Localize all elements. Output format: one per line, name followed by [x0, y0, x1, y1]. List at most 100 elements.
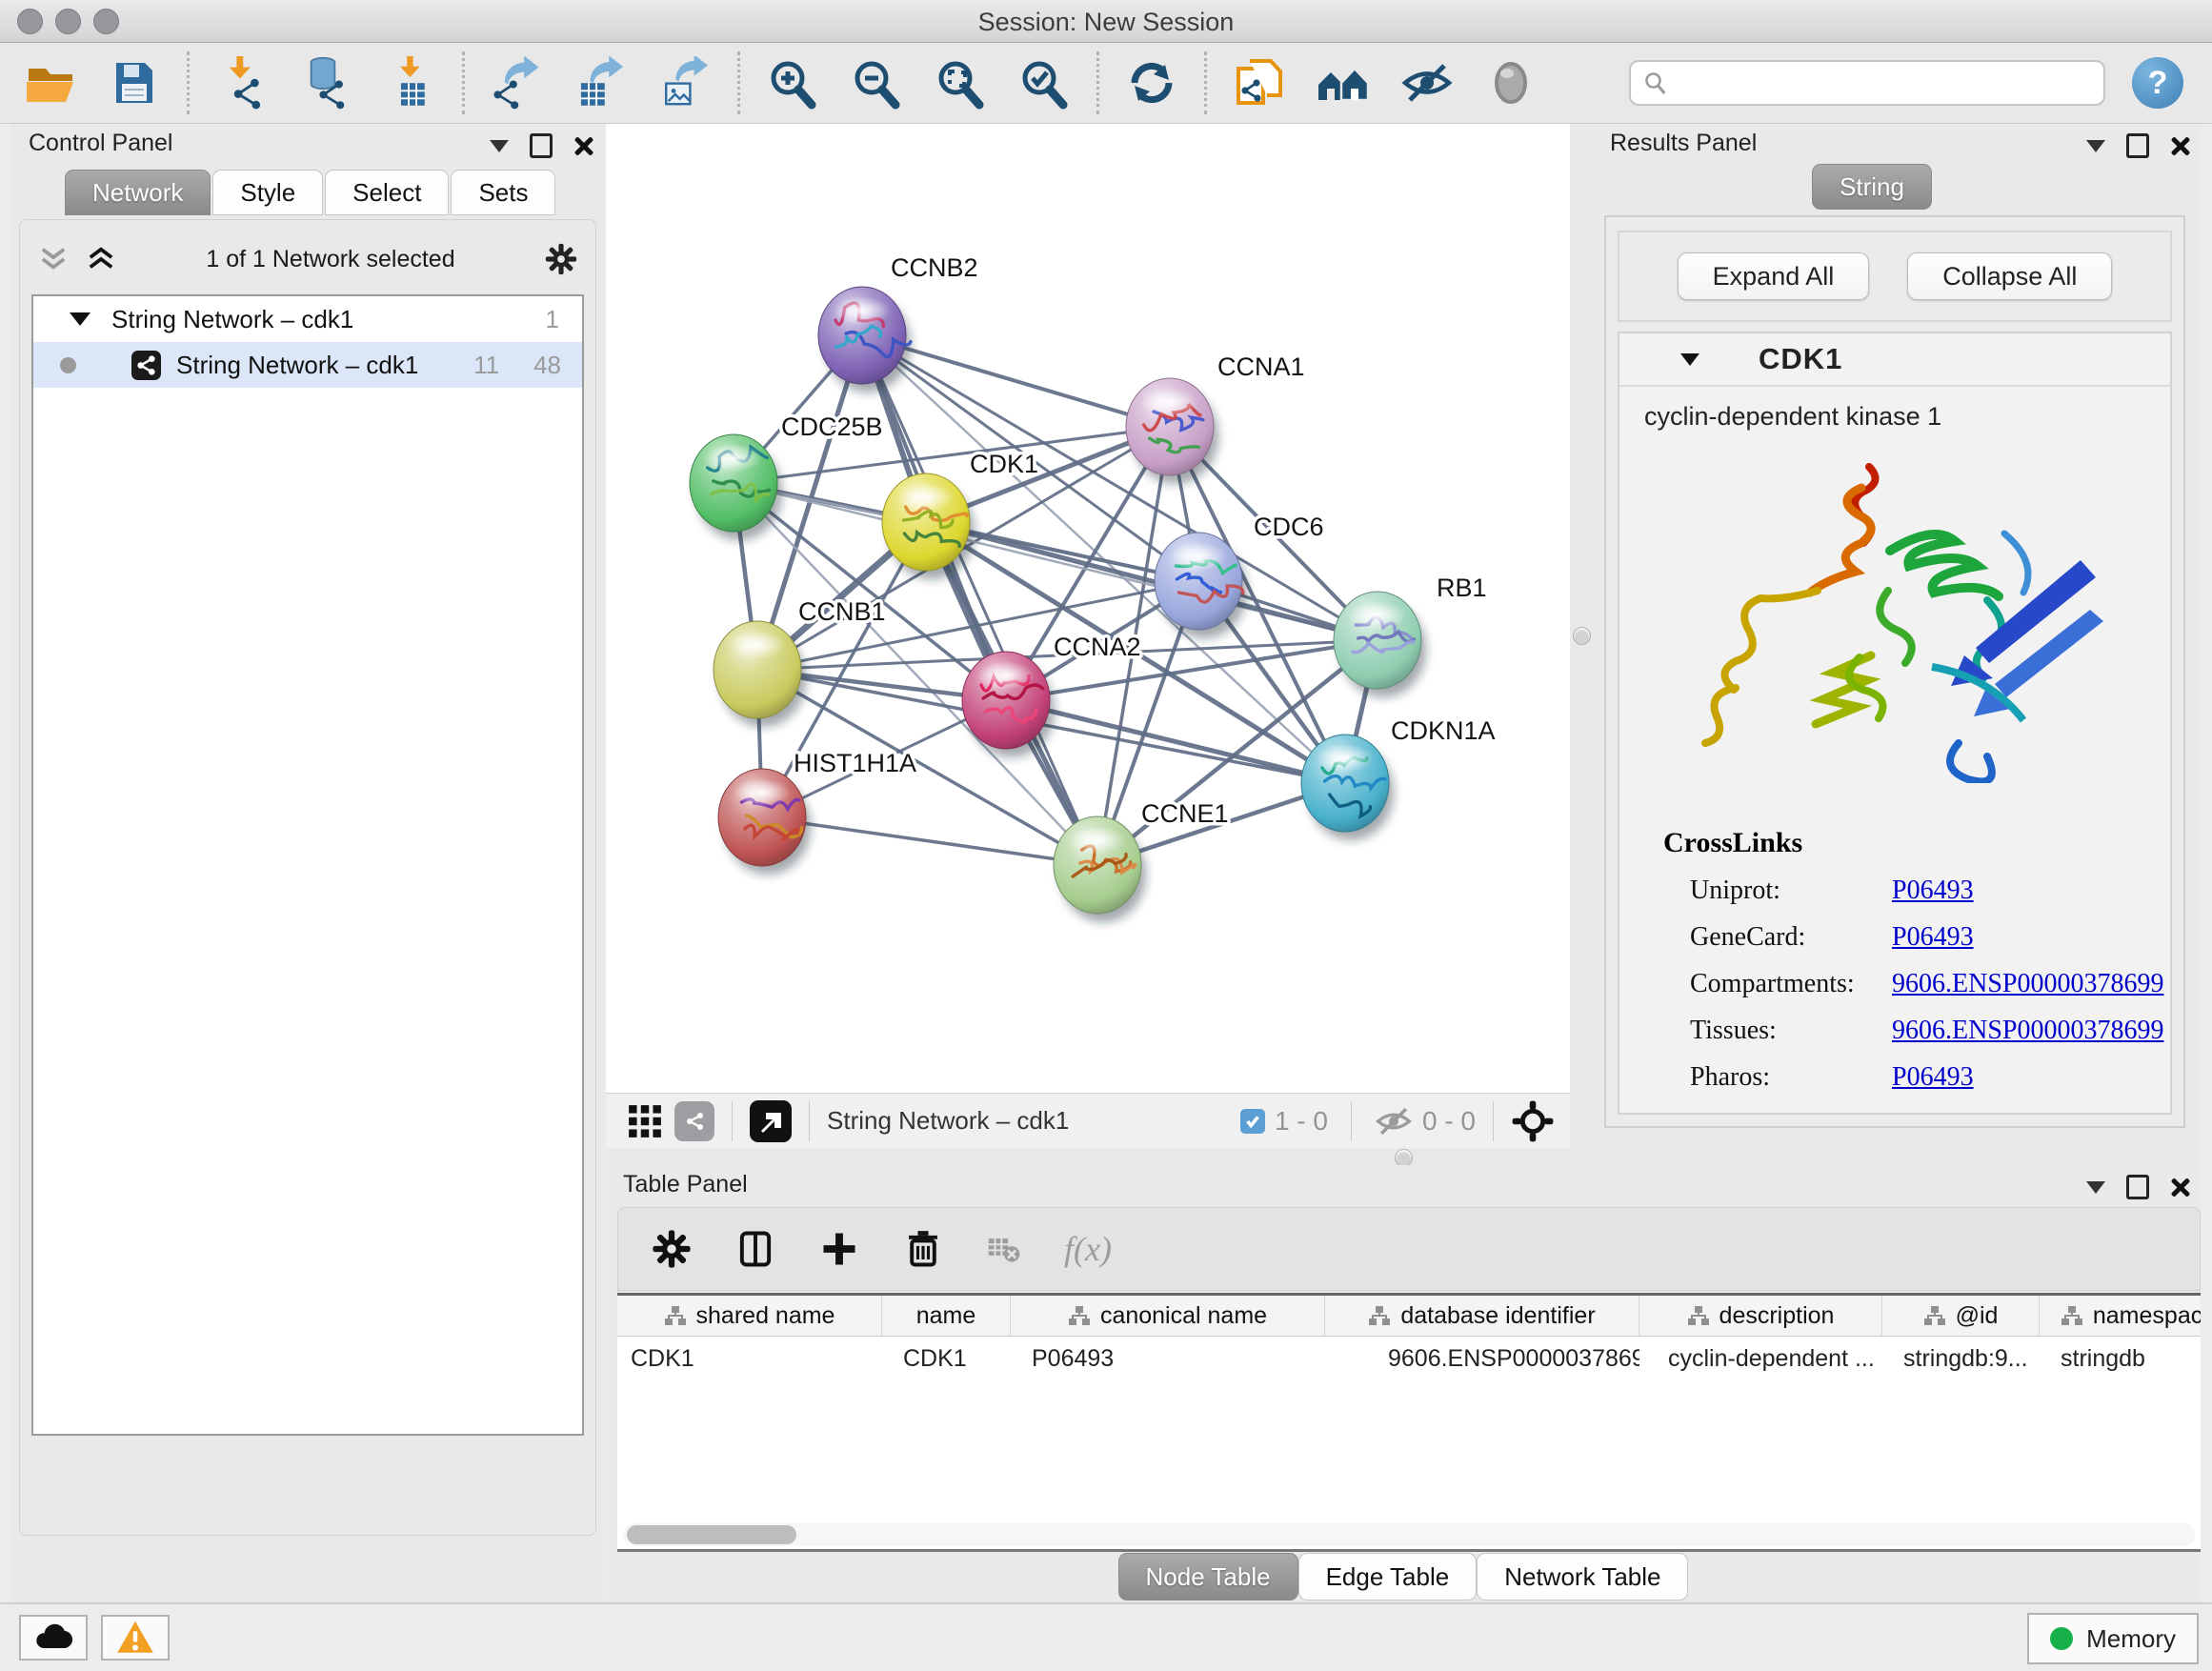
- save-session-button[interactable]: [107, 55, 162, 111]
- open-session-button[interactable]: [23, 55, 78, 111]
- table-settings-gear-button[interactable]: [651, 1228, 693, 1270]
- warnings-button[interactable]: [101, 1615, 170, 1661]
- zoom-selected-button[interactable]: [1016, 55, 1072, 111]
- collection-count: 1: [546, 305, 559, 334]
- grid-view-icon[interactable]: [627, 1103, 663, 1139]
- node-table[interactable]: shared name name canonical name database…: [617, 1293, 2201, 1552]
- expand-tree-button[interactable]: [85, 246, 117, 272]
- search-icon: [1642, 70, 1669, 96]
- column-header[interactable]: name: [882, 1296, 1011, 1336]
- export-table-button[interactable]: [573, 55, 629, 111]
- selected-checkbox-icon[interactable]: [1240, 1109, 1265, 1134]
- table-row[interactable]: CDK1 CDK1 P06493 9606.ENSP00000378699 cy…: [617, 1337, 2201, 1380]
- network-node-label: RB1: [1437, 574, 1487, 602]
- float-panel-icon[interactable]: [2126, 133, 2149, 158]
- horizontal-splitter[interactable]: [606, 1148, 2201, 1165]
- network-row[interactable]: String Network – cdk1 11 48: [33, 342, 582, 388]
- protein-section-header[interactable]: CDK1: [1619, 333, 2170, 387]
- close-panel-icon[interactable]: [573, 135, 594, 156]
- crosslink-link[interactable]: 9606.ENSP00000378699: [1892, 969, 2163, 999]
- tab-network[interactable]: Network: [65, 170, 211, 215]
- show-graphics-button[interactable]: [1483, 55, 1538, 111]
- delete-column-button[interactable]: [902, 1228, 944, 1270]
- tab-select[interactable]: Select: [325, 170, 449, 215]
- memory-button[interactable]: Memory: [2027, 1613, 2199, 1664]
- tab-node-table[interactable]: Node Table: [1118, 1553, 1298, 1601]
- protein-details: CDK1 cyclin-dependent kinase 1: [1618, 332, 2172, 1115]
- horizontal-scrollbar[interactable]: [623, 1523, 2195, 1546]
- vertical-splitter[interactable]: [1570, 124, 1593, 1148]
- network-selection-status: 1 of 1 Network selected: [132, 246, 529, 273]
- column-layout-button[interactable]: [734, 1228, 776, 1270]
- close-panel-icon[interactable]: [2170, 1177, 2191, 1198]
- crosslink-link[interactable]: P06493: [1892, 922, 1974, 953]
- tree-expand-icon[interactable]: [70, 312, 90, 326]
- zoom-in-button[interactable]: [765, 55, 820, 111]
- tab-network-table[interactable]: Network Table: [1477, 1553, 1688, 1601]
- refresh-network-button[interactable]: [1124, 55, 1179, 111]
- collapse-tree-button[interactable]: [37, 246, 70, 272]
- network-options-gear-button[interactable]: [544, 242, 578, 276]
- expand-all-button[interactable]: Expand All: [1678, 252, 1870, 300]
- search-field[interactable]: [1629, 60, 2105, 106]
- clone-network-button[interactable]: [1232, 55, 1287, 111]
- panel-menu-icon[interactable]: [490, 140, 509, 152]
- export-image-icon: [658, 56, 712, 110]
- fit-crosshair-icon[interactable]: [1511, 1099, 1555, 1143]
- collapse-all-button[interactable]: Collapse All: [1907, 252, 2112, 300]
- network-tree: String Network – cdk1 1 String Network –…: [31, 294, 584, 1436]
- help-button[interactable]: ?: [2132, 57, 2183, 109]
- panel-menu-icon[interactable]: [2086, 140, 2105, 152]
- cell-shared-name: CDK1: [617, 1345, 882, 1373]
- import-database-button[interactable]: [298, 55, 353, 111]
- scrollbar-thumb[interactable]: [627, 1525, 796, 1544]
- column-header[interactable]: canonical name: [1011, 1296, 1325, 1336]
- zoom-out-button[interactable]: [849, 55, 904, 111]
- column-header[interactable]: namespace: [2040, 1296, 2201, 1336]
- tab-edge-table[interactable]: Edge Table: [1298, 1553, 1478, 1601]
- apply-function-button[interactable]: f(x): [1064, 1229, 1112, 1269]
- hidden-eye-icon[interactable]: [1375, 1102, 1413, 1140]
- network-collection-row[interactable]: String Network – cdk1 1: [33, 296, 582, 342]
- protein-description: cyclin-dependent kinase 1: [1619, 387, 2170, 432]
- network-canvas[interactable]: CCNB2CCNA1CDC25BCDK1CDC6RB1CCNB1CCNA2CDK…: [606, 124, 1570, 1094]
- birdseye-view-icon[interactable]: [750, 1100, 792, 1142]
- zoom-fit-button[interactable]: [933, 55, 988, 111]
- export-table-icon: [574, 56, 628, 110]
- network-view[interactable]: CCNB2CCNA1CDC25BCDK1CDC6RB1CCNB1CCNA2CDK…: [606, 124, 1570, 1148]
- cell-name: CDK1: [882, 1345, 1011, 1373]
- crosslink-link[interactable]: 9606.ENSP00000378699: [1892, 1016, 2163, 1046]
- column-header[interactable]: database identifier: [1325, 1296, 1639, 1336]
- delete-table-button[interactable]: [986, 1231, 1022, 1267]
- help-label: ?: [2148, 65, 2168, 102]
- close-panel-icon[interactable]: [2170, 135, 2191, 156]
- float-panel-icon[interactable]: [2126, 1175, 2149, 1199]
- first-neighbors-button[interactable]: [1316, 55, 1371, 111]
- import-network-button[interactable]: [214, 55, 270, 111]
- column-header[interactable]: @id: [1882, 1296, 2040, 1336]
- splitter-handle[interactable]: [1573, 627, 1591, 645]
- share-view-icon[interactable]: [674, 1101, 714, 1141]
- import-table-button[interactable]: [382, 55, 437, 111]
- column-type-icon: [1687, 1304, 1710, 1327]
- tab-string[interactable]: String: [1812, 164, 1932, 210]
- tab-sets[interactable]: Sets: [451, 170, 555, 215]
- column-header[interactable]: description: [1639, 1296, 1882, 1336]
- section-expand-icon[interactable]: [1680, 353, 1699, 366]
- cell-description: cyclin-dependent ...: [1639, 1345, 1882, 1373]
- cloud-button[interactable]: [19, 1615, 88, 1661]
- network-node-label: CDC25B: [781, 413, 883, 441]
- crosslink-link[interactable]: P06493: [1892, 876, 1974, 906]
- panel-menu-icon[interactable]: [2086, 1181, 2105, 1194]
- hide-selected-button[interactable]: [1399, 55, 1455, 111]
- crosslink-link[interactable]: P06493: [1892, 1062, 1974, 1093]
- add-column-button[interactable]: [818, 1228, 860, 1270]
- column-type-icon: [1068, 1304, 1091, 1327]
- export-network-button[interactable]: [490, 55, 545, 111]
- export-image-button[interactable]: [657, 55, 713, 111]
- folder-open-icon: [24, 56, 77, 110]
- tab-style[interactable]: Style: [212, 170, 323, 215]
- column-header[interactable]: shared name: [617, 1296, 882, 1336]
- search-input[interactable]: [1679, 69, 2092, 97]
- float-panel-icon[interactable]: [530, 133, 553, 158]
